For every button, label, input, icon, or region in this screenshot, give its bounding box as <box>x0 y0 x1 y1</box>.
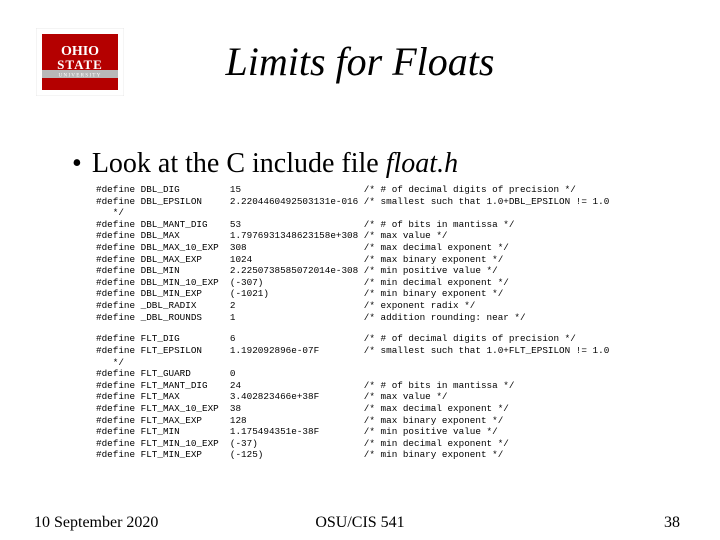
bullet-filename: float.h <box>386 148 458 179</box>
footer-page: 38 <box>664 514 680 532</box>
slide-title: Limits for Floats <box>0 38 720 85</box>
footer-center: OSU/CIS 541 <box>0 514 720 532</box>
slide: T · H · E OHIO STATE UNIVERSITY Limits f… <box>0 0 720 540</box>
bullet-text: Look at the C include file <box>92 148 386 179</box>
bullet-line: • Look at the C include file float.h <box>72 148 458 180</box>
bullet-dot-icon: • <box>72 148 82 179</box>
code-defines: #define DBL_DIG 15 /* # of decimal digit… <box>96 184 609 461</box>
code-block-flt: #define FLT_DIG 6 /* # of decimal digits… <box>96 333 609 461</box>
code-block-dbl: #define DBL_DIG 15 /* # of decimal digit… <box>96 184 609 323</box>
